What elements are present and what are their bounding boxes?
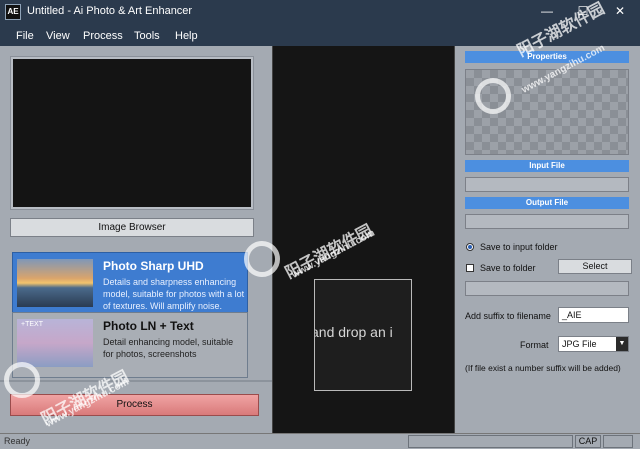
menu-bar: File View Process Tools Help (0, 24, 640, 46)
image-browser-button[interactable]: Image Browser (10, 218, 254, 237)
caps-lock-indicator: CAP (575, 435, 601, 448)
format-label: Format (520, 340, 549, 350)
process-button[interactable]: Process (10, 394, 259, 416)
status-panel (408, 435, 573, 448)
model-name: Photo LN + Text (103, 319, 194, 333)
drop-zone[interactable]: and drop an i (314, 279, 412, 391)
close-button[interactable]: ✕ (605, 0, 635, 24)
input-file-header: Input File (465, 160, 629, 172)
save-to-folder-checkbox[interactable] (466, 264, 474, 272)
suffix-input[interactable]: _AIE (558, 307, 629, 323)
watermark-logo-icon (4, 362, 40, 398)
format-value: JPG File (562, 339, 597, 349)
menu-view[interactable]: View (46, 30, 70, 42)
model-name: Photo Sharp UHD (103, 259, 204, 273)
model-card-photo-ln-text[interactable]: +TEXT Photo LN + Text Detail enhancing m… (12, 312, 248, 378)
status-panel-empty (603, 435, 633, 448)
output-file-field (465, 214, 629, 229)
model-card-photo-sharp-uhd[interactable]: Photo Sharp UHD Details and sharpness en… (12, 252, 248, 318)
app-logo-icon: AE (5, 4, 21, 20)
save-to-folder-label: Save to folder (480, 263, 536, 273)
window-title: Untitled - Ai Photo & Art Enhancer (27, 5, 193, 17)
title-bar: AE Untitled - Ai Photo & Art Enhancer — … (0, 0, 640, 24)
model-list[interactable]: Photo Sharp UHD Details and sharpness en… (10, 250, 250, 378)
model-thumbnail (17, 259, 93, 307)
status-bar: Ready CAP (0, 433, 640, 449)
format-select[interactable]: JPG File ▼ (558, 336, 629, 352)
watermark-logo-icon (244, 241, 280, 277)
save-to-input-radio[interactable] (466, 243, 474, 251)
menu-process[interactable]: Process (83, 30, 123, 42)
image-preview (10, 56, 254, 210)
watermark-logo-icon (475, 78, 511, 114)
suffix-note: (If file exist a number suffix will be a… (465, 363, 621, 373)
model-description: Details and sharpness enhancing model, s… (103, 277, 245, 311)
thumbnail-label: +TEXT (21, 321, 43, 328)
divider (0, 380, 272, 382)
menu-help[interactable]: Help (175, 30, 198, 42)
model-description: Detail enhancing model, suitable for pho… (103, 337, 234, 359)
minimize-button[interactable]: — (532, 0, 562, 24)
folder-path-field[interactable] (465, 281, 629, 296)
preview-canvas (13, 59, 251, 207)
center-drop-panel: and drop an i (272, 46, 455, 433)
maximize-button[interactable]: ☐ (568, 0, 598, 24)
left-panel: Image Browser Photo Sharp UHD Details an… (0, 46, 272, 433)
suffix-label: Add suffix to filename (465, 311, 551, 321)
menu-file[interactable]: File (16, 30, 34, 42)
properties-header: Properties (465, 51, 629, 63)
menu-tools[interactable]: Tools (134, 30, 160, 42)
output-file-header: Output File (465, 197, 629, 209)
model-thumbnail: +TEXT (17, 319, 93, 367)
select-folder-button[interactable]: Select (558, 259, 632, 274)
input-file-field (465, 177, 629, 192)
drop-hint-text: and drop an i (314, 324, 393, 340)
status-text: Ready (4, 436, 31, 446)
save-to-input-label: Save to input folder (480, 242, 558, 252)
chevron-down-icon[interactable]: ▼ (616, 337, 628, 351)
